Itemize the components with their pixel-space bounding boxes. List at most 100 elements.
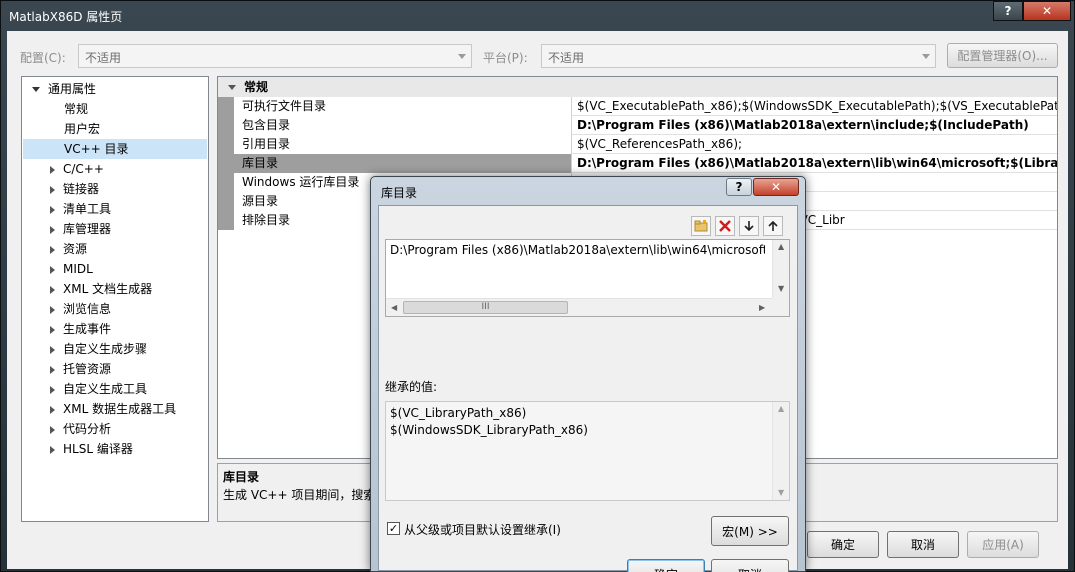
tree-group-label: 代码分析: [63, 422, 112, 436]
new-folder-icon: [694, 220, 708, 232]
collapsed-arrow-icon: [50, 325, 55, 334]
directory-entry[interactable]: D:\Program Files (x86)\Matlab2018a\exter…: [390, 243, 765, 257]
tree-group-label: 链接器: [63, 182, 100, 196]
grid-row[interactable]: 可执行文件目录 $(VC_ExecutablePath_x86);$(Window…: [234, 97, 1058, 116]
grid-row-selected[interactable]: 库目录 D:\Program Files (x86)\Matlab2018a\ex…: [234, 154, 1058, 173]
scroll-down-icon[interactable]: ▼: [778, 488, 784, 497]
inherit-checkbox[interactable]: ✓: [387, 522, 400, 535]
tree-group-label: HLSL 编译器: [63, 442, 133, 456]
tree-item-vc-directories[interactable]: VC++ 目录: [23, 139, 207, 159]
scroll-left-icon[interactable]: ◀: [391, 303, 397, 312]
tree-item-group[interactable]: 托管资源: [50, 359, 111, 379]
collapsed-arrow-icon: [50, 385, 55, 394]
directory-list-editbox[interactable]: D:\Program Files (x86)\Matlab2018a\exter…: [385, 239, 790, 317]
tree-item-group[interactable]: 浏览信息: [50, 299, 111, 319]
tree-item-group[interactable]: HLSL 编译器: [50, 439, 133, 459]
grid-row-value: $(VC_ExecutablePath_x86);$(WindowsSDK_Ex…: [577, 99, 1058, 113]
description-text: 生成 VC++ 项目期间，搜索: [223, 488, 376, 502]
scroll-right-icon[interactable]: ▶: [759, 303, 765, 312]
dialog-cancel-button[interactable]: 取消: [711, 559, 789, 572]
scroll-thumb-grip: III: [481, 302, 490, 312]
collapsed-arrow-icon: [50, 365, 55, 374]
cancel-button[interactable]: 取消: [887, 531, 959, 558]
move-down-button[interactable]: [739, 216, 759, 236]
arrow-down-icon: [744, 221, 754, 232]
grid-gutter: [218, 97, 234, 230]
collapsed-arrow-icon: [50, 225, 55, 234]
scroll-up-icon[interactable]: ▲: [778, 404, 784, 413]
platform-value: 不适用: [548, 51, 585, 65]
library-directories-dialog: 库目录 ? ✕ D:\Program Files (x86)\Matlab201…: [370, 176, 806, 572]
config-label: 配置(C):: [20, 51, 66, 65]
tree-root-label: 通用属性: [48, 82, 97, 96]
title-bar: MatlabX86D 属性页 ? ✕: [1, 1, 1074, 31]
scrollbar-corner: [772, 298, 789, 316]
inherited-values-box: $(VC_LibraryPath_x86) $(WindowsSDK_Libra…: [385, 401, 790, 501]
tree-item-group[interactable]: 清单工具: [50, 199, 111, 219]
tree-item-user-macros[interactable]: 用户宏: [64, 119, 100, 139]
grid-row[interactable]: 引用目录 $(VC_ReferencesPath_x86);: [234, 135, 1057, 154]
collapsed-arrow-icon: [50, 425, 55, 434]
collapsed-arrow-icon: [50, 165, 55, 174]
horizontal-scrollbar[interactable]: ◀ III ▶: [386, 298, 773, 316]
tree-item-group[interactable]: 自定义生成步骤: [50, 339, 147, 359]
tree-group-label: 托管资源: [63, 362, 112, 376]
new-folder-button[interactable]: [691, 216, 711, 236]
delete-button[interactable]: [715, 216, 735, 236]
collapsed-arrow-icon: [50, 265, 55, 274]
tree-item-group[interactable]: C/C++: [50, 159, 104, 179]
tree-group-label: 自定义生成步骤: [63, 342, 148, 356]
tree-group-label: 自定义生成工具: [63, 382, 148, 396]
collapsed-arrow-icon: [50, 305, 55, 314]
macros-button[interactable]: 宏(M) >>: [711, 516, 789, 546]
tree-item-group[interactable]: 代码分析: [50, 419, 111, 439]
vertical-scrollbar[interactable]: ▲ ▼: [772, 240, 789, 298]
tree-item-group[interactable]: 自定义生成工具: [50, 379, 147, 399]
grid-row-key: 库目录: [234, 154, 572, 173]
tree-item-group[interactable]: MIDL: [50, 259, 93, 279]
property-tree: 通用属性 常规 用户宏 VC++ 目录 C/C++ 链接器 清单工具 库管理器 …: [21, 76, 209, 522]
grid-category[interactable]: 常规: [218, 77, 1057, 97]
scroll-down-icon[interactable]: ▼: [778, 284, 784, 293]
inherit-checkbox-label[interactable]: 从父级或项目默认设置继承(I): [404, 521, 561, 538]
platform-combo[interactable]: 不适用: [541, 44, 936, 68]
vertical-scrollbar[interactable]: ▲ ▼: [772, 402, 789, 500]
grid-row[interactable]: 包含目录 D:\Program Files (x86)\Matlab2018a\e…: [234, 116, 1057, 135]
help-button[interactable]: ?: [993, 1, 1023, 21]
scroll-up-icon[interactable]: ▲: [778, 242, 784, 251]
tree-root[interactable]: 通用属性: [32, 79, 96, 99]
grid-row-value: D:\Program Files (x86)\Matlab2018a\exter…: [577, 156, 1058, 170]
window-title: MatlabX86D 属性页: [9, 10, 123, 24]
tree-group-label: 生成事件: [63, 322, 112, 336]
tree-group-label: 清单工具: [63, 202, 112, 216]
platform-label: 平台(P):: [483, 51, 528, 65]
tree-group-label: C/C++: [63, 162, 104, 176]
dialog-close-button[interactable]: ✕: [753, 178, 799, 196]
tree-item-group[interactable]: XML 文档生成器: [50, 279, 152, 299]
collapsed-arrow-icon: [50, 185, 55, 194]
grid-category-label: 常规: [244, 80, 269, 94]
config-combo[interactable]: 不适用: [78, 44, 472, 68]
tree-item-group[interactable]: XML 数据生成器工具: [50, 399, 176, 419]
move-up-button[interactable]: [763, 216, 783, 236]
close-button[interactable]: ✕: [1023, 1, 1071, 21]
tree-item-group[interactable]: 库管理器: [50, 219, 111, 239]
collapsed-arrow-icon: [50, 205, 55, 214]
tree-group-label: XML 文档生成器: [63, 282, 153, 296]
tree-item-group[interactable]: 链接器: [50, 179, 99, 199]
grid-row-value: $(VC_ReferencesPath_x86);: [577, 137, 743, 151]
tree-item-general[interactable]: 常规: [64, 99, 88, 119]
tree-item-group[interactable]: 生成事件: [50, 319, 111, 339]
tree-item-group[interactable]: 资源: [50, 239, 87, 259]
dialog-ok-button[interactable]: 确定: [627, 559, 705, 572]
arrow-up-icon: [768, 220, 778, 231]
ok-button[interactable]: 确定: [807, 531, 879, 558]
dialog-help-button[interactable]: ?: [726, 178, 752, 196]
description-title: 库目录: [223, 470, 260, 484]
inherited-value: $(VC_LibraryPath_x86): [390, 406, 527, 420]
grid-row-key: 可执行文件目录: [234, 97, 572, 116]
apply-button[interactable]: 应用(A): [967, 531, 1039, 558]
config-manager-button[interactable]: 配置管理器(O)...: [947, 43, 1058, 68]
scroll-thumb[interactable]: III: [403, 301, 568, 314]
chevron-down-icon: [458, 54, 466, 59]
